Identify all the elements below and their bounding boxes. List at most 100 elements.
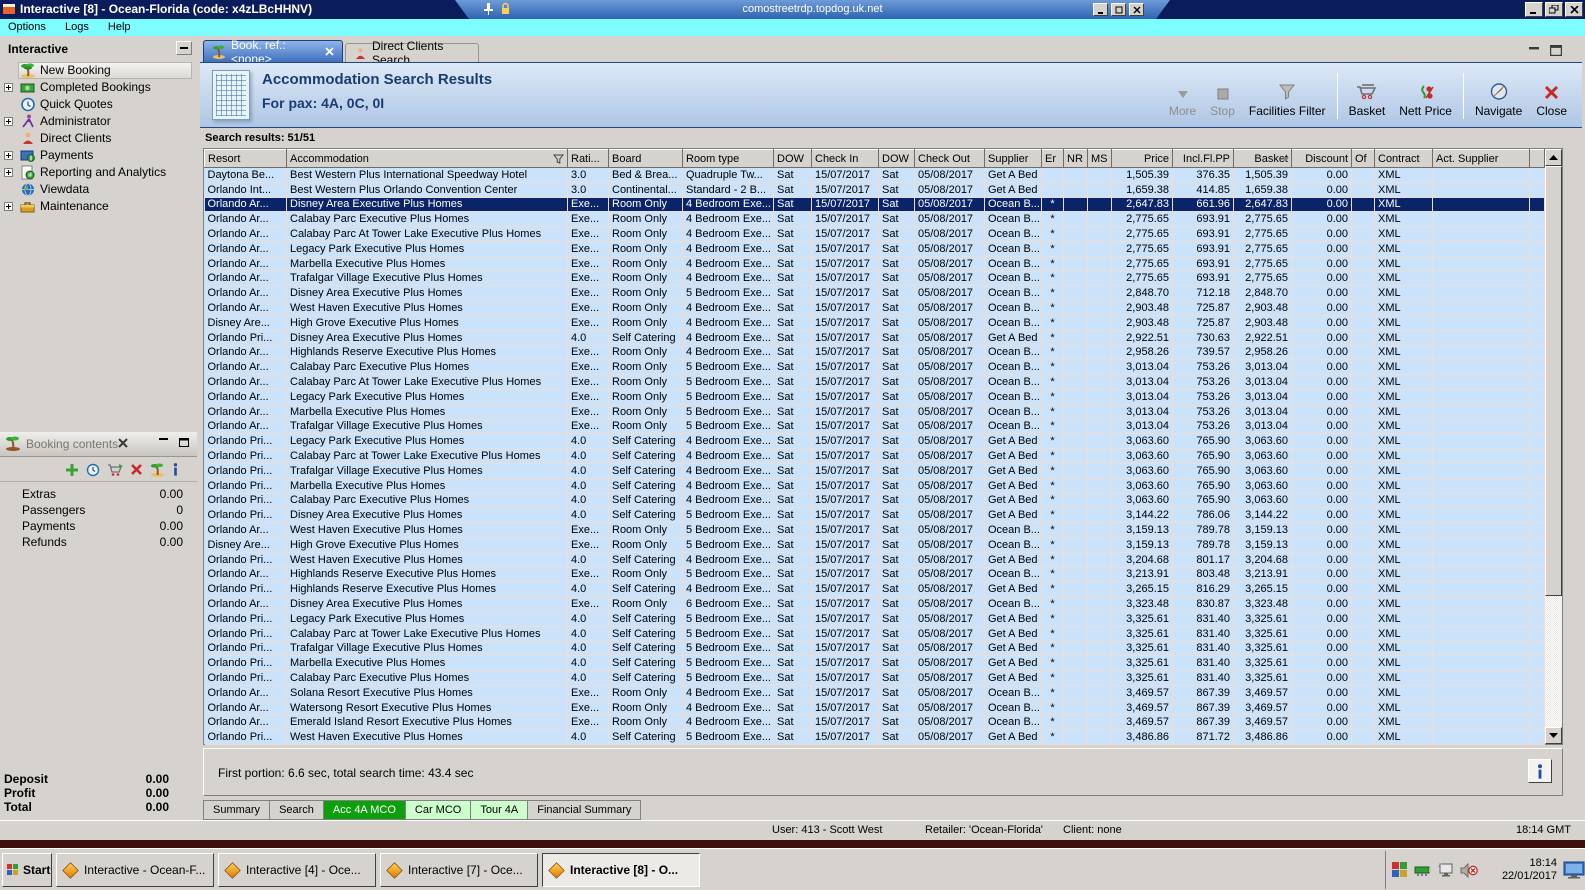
table-row[interactable]: Orlando Pri... Legacy Park Executive Plus…	[204, 611, 1545, 627]
taskbar-item-1[interactable]: Interactive - Ocean-F...	[56, 853, 214, 887]
table-row[interactable]: Orlando Ar... West Haven Executive Plus H…	[204, 300, 1545, 316]
sidebar-item-completed-bookings[interactable]: Completed Bookings	[0, 79, 196, 96]
tab-summary[interactable]: Summary	[203, 800, 271, 820]
info-button[interactable]	[1528, 759, 1552, 783]
table-row[interactable]: Orlando Pri... Legacy Park Executive Plus…	[204, 433, 1545, 450]
table-row[interactable]: Daytona Be... Best Western Plus Internati…	[204, 167, 1545, 183]
rdp-monitor-icon[interactable]	[1563, 861, 1585, 879]
table-row[interactable]: Orlando Ar... Highlands Reserve Executive…	[204, 567, 1545, 583]
column-header[interactable]: Of	[1351, 149, 1375, 168]
table-row[interactable]: Orlando Pri... Marbella Executive Plus Ho…	[204, 478, 1545, 494]
table-row[interactable]: Orlando Ar... Calabay Parc At Tower Lake …	[204, 374, 1545, 390]
table-row[interactable]: Orlando Ar... Disney Area Executive Plus …	[204, 197, 1545, 213]
table-row[interactable]: Orlando Ar... Trafalgar Village Executive…	[204, 271, 1545, 287]
refresh-clock-icon[interactable]	[86, 463, 100, 477]
menu-help[interactable]: Help	[100, 19, 139, 36]
scroll-down-button[interactable]	[1545, 727, 1562, 744]
taskbar-item-3[interactable]: Interactive [7] - Oce...	[380, 853, 538, 887]
tab-financial-summary[interactable]: Financial Summary	[528, 800, 642, 820]
taskbar-item-2[interactable]: Interactive [4] - Oce...	[218, 853, 376, 887]
column-header[interactable]: Resort	[204, 149, 287, 168]
navigate-button[interactable]: Navigate	[1468, 69, 1529, 123]
column-header[interactable]: Incl.Fl.PP	[1172, 149, 1234, 168]
tab-booking-ref[interactable]: Book. ref.: <none>	[203, 38, 343, 66]
table-row[interactable]: Orlando Pri... Disney Area Executive Plus…	[204, 507, 1545, 524]
table-row[interactable]: Orlando Ar... Legacy Park Executive Plus …	[204, 241, 1545, 257]
antivirus-icon[interactable]	[1392, 862, 1408, 878]
delete-icon[interactable]	[130, 463, 143, 476]
table-row[interactable]: Orlando Ar... Disney Area Executive Plus …	[204, 596, 1545, 612]
tab-direct-clients-search[interactable]: Direct Clients Search	[345, 39, 479, 67]
column-header[interactable]: Basket	[1233, 149, 1292, 168]
column-header[interactable]: Rati...	[567, 149, 609, 168]
column-header[interactable]: Supplier	[984, 149, 1042, 168]
column-header[interactable]: Check In	[811, 149, 879, 168]
tab-tour-4a[interactable]: Tour 4A	[471, 800, 529, 820]
window-minimize-button[interactable]	[1525, 2, 1543, 17]
sidebar-collapse-button[interactable]	[176, 41, 192, 55]
column-header[interactable]: MS	[1087, 149, 1112, 168]
window-close-button[interactable]	[1565, 2, 1583, 17]
close-icon[interactable]	[118, 438, 128, 448]
table-row[interactable]: Orlando Ar... Solana Resort Executive Plu…	[204, 685, 1545, 701]
start-button[interactable]: Start	[2, 853, 52, 887]
table-row[interactable]: Orlando Pri... Disney Area Executive Plus…	[204, 330, 1545, 346]
scrollbar-thumb[interactable]	[1545, 166, 1562, 596]
table-row[interactable]: Orlando Pri... Calabay Parc Executive Plu…	[204, 670, 1545, 686]
table-row[interactable]: Orlando Ar... Watersong Resort Executive …	[204, 700, 1545, 716]
table-row[interactable]: Orlando Pri... Marbella Executive Plus Ho…	[204, 655, 1545, 672]
table-row[interactable]: Orlando Pri... West Haven Executive Plus …	[204, 552, 1545, 568]
column-header[interactable]: NR	[1063, 149, 1088, 168]
taskbar-item-4-active[interactable]: Interactive [8] - O...	[542, 853, 700, 887]
table-row[interactable]: Disney Are... High Grove Executive Plus H…	[204, 315, 1545, 331]
table-row[interactable]: Disney Are... High Grove Executive Plus H…	[204, 537, 1545, 553]
tree-expand-icon[interactable]	[4, 168, 13, 177]
table-row[interactable]: Orlando Ar... Calabay Parc At Tower Lake …	[204, 226, 1545, 242]
table-row[interactable]: Orlando Ar... Calabay Parc Executive Plus…	[204, 211, 1545, 228]
scroll-up-button[interactable]	[1545, 149, 1562, 166]
table-row[interactable]: Orlando Ar... West Haven Executive Plus H…	[204, 522, 1545, 538]
tree-expand-icon[interactable]	[4, 151, 13, 160]
panel-maximize-button[interactable]	[177, 436, 191, 448]
sidebar-item-quick-quotes[interactable]: Quick Quotes	[0, 96, 196, 113]
column-header[interactable]: Board	[608, 149, 683, 168]
tree-expand-icon[interactable]	[4, 202, 13, 211]
nett-price-button[interactable]: Nett Price	[1392, 69, 1459, 123]
sidebar-item-administrator[interactable]: Administrator	[0, 113, 196, 130]
window-restore-button[interactable]	[1545, 2, 1563, 17]
palm-tree-icon[interactable]	[150, 463, 165, 477]
column-header[interactable]: Price	[1111, 149, 1173, 168]
close-results-button[interactable]: Close	[1529, 69, 1574, 123]
column-header[interactable]: DOW	[878, 149, 915, 168]
table-row[interactable]: Orlando Ar... Marbella Executive Plus Hom…	[204, 404, 1545, 420]
tab-car-mco[interactable]: Car MCO	[405, 800, 472, 820]
column-header[interactable]: Er	[1041, 149, 1064, 168]
sidebar-item-reporting-and-analytics[interactable]: Reporting and Analytics	[0, 164, 196, 181]
table-row[interactable]: Orlando Pri... Highlands Reserve Executiv…	[204, 581, 1545, 598]
panel-minimize-button[interactable]	[157, 436, 171, 448]
menu-logs[interactable]: Logs	[57, 19, 97, 36]
tree-expand-icon[interactable]	[4, 83, 13, 92]
mdi-maximize-button[interactable]	[1549, 44, 1563, 56]
tree-expand-icon[interactable]	[4, 117, 13, 126]
vertical-scrollbar[interactable]	[1545, 149, 1562, 744]
menu-options[interactable]: Options	[0, 19, 54, 36]
sidebar-item-new-booking[interactable]: New Booking	[0, 62, 196, 79]
rdp-restore-button[interactable]	[1111, 3, 1126, 16]
stop-button[interactable]: Stop	[1203, 69, 1242, 123]
column-header[interactable]: DOW	[773, 149, 812, 168]
network-icon[interactable]	[1414, 863, 1432, 877]
volume-muted-icon[interactable]	[1460, 862, 1478, 878]
table-row[interactable]: Orlando Pri... Calabay Parc at Tower Lake…	[204, 626, 1545, 642]
booking-row-payments[interactable]: Payments 0.00	[0, 518, 197, 534]
booking-contents-tab[interactable]: Booking contents	[26, 437, 118, 451]
table-row[interactable]: Orlando Ar... Emerald Island Resort Execu…	[204, 714, 1545, 731]
table-row[interactable]: Orlando Ar... Marbella Executive Plus Hom…	[204, 256, 1545, 272]
tray-clock[interactable]: 18:14 22/01/2017	[1484, 857, 1557, 883]
add-icon[interactable]	[65, 463, 79, 477]
table-row[interactable]: Orlando Ar... Disney Area Executive Plus …	[204, 285, 1545, 302]
sidebar-item-viewdata[interactable]: Viewdata	[0, 181, 196, 198]
table-row[interactable]: Orlando Int... Best Western Plus Orlando …	[204, 182, 1545, 198]
facilities-filter-button[interactable]: Facilities Filter	[1242, 69, 1333, 123]
basket-button[interactable]: Basket	[1342, 69, 1393, 123]
